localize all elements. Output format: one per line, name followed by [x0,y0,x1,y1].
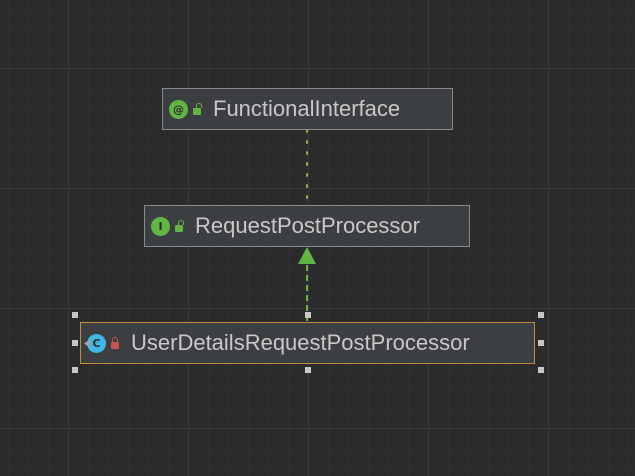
class-icon-letter: C [92,336,101,350]
public-visibility-icon [193,103,202,115]
interface-icon: I [151,216,170,236]
node-functional-interface[interactable]: @ FunctionalInterface [162,88,453,130]
diagram-canvas[interactable]: @ FunctionalInterface I RequestPostProce… [0,0,635,476]
resize-handle-top-center[interactable] [305,312,311,318]
public-visibility-icon [175,220,184,232]
resize-handle-bottom-left[interactable] [72,367,78,373]
node-user-details-request-post-processor[interactable]: C UserDetailsRequestPostProcessor [80,322,535,364]
resize-handle-top-left[interactable] [72,312,78,318]
node-label: RequestPostProcessor [195,213,420,238]
resize-handle-bottom-right[interactable] [538,367,544,373]
class-icon: C [84,333,106,353]
resize-handle-top-right[interactable] [538,312,544,318]
resize-handle-middle-right[interactable] [538,340,544,346]
private-visibility-icon [111,337,119,349]
node-label: FunctionalInterface [213,96,401,121]
inner-class-badge-icon [84,339,90,348]
resize-handle-middle-left[interactable] [72,340,78,346]
node-label: UserDetailsRequestPostProcessor [131,330,470,355]
resize-handle-bottom-center[interactable] [305,367,311,373]
node-request-post-processor[interactable]: I RequestPostProcessor [144,205,470,247]
implements-arrowhead [298,247,316,264]
annotation-icon: @ [169,99,188,119]
